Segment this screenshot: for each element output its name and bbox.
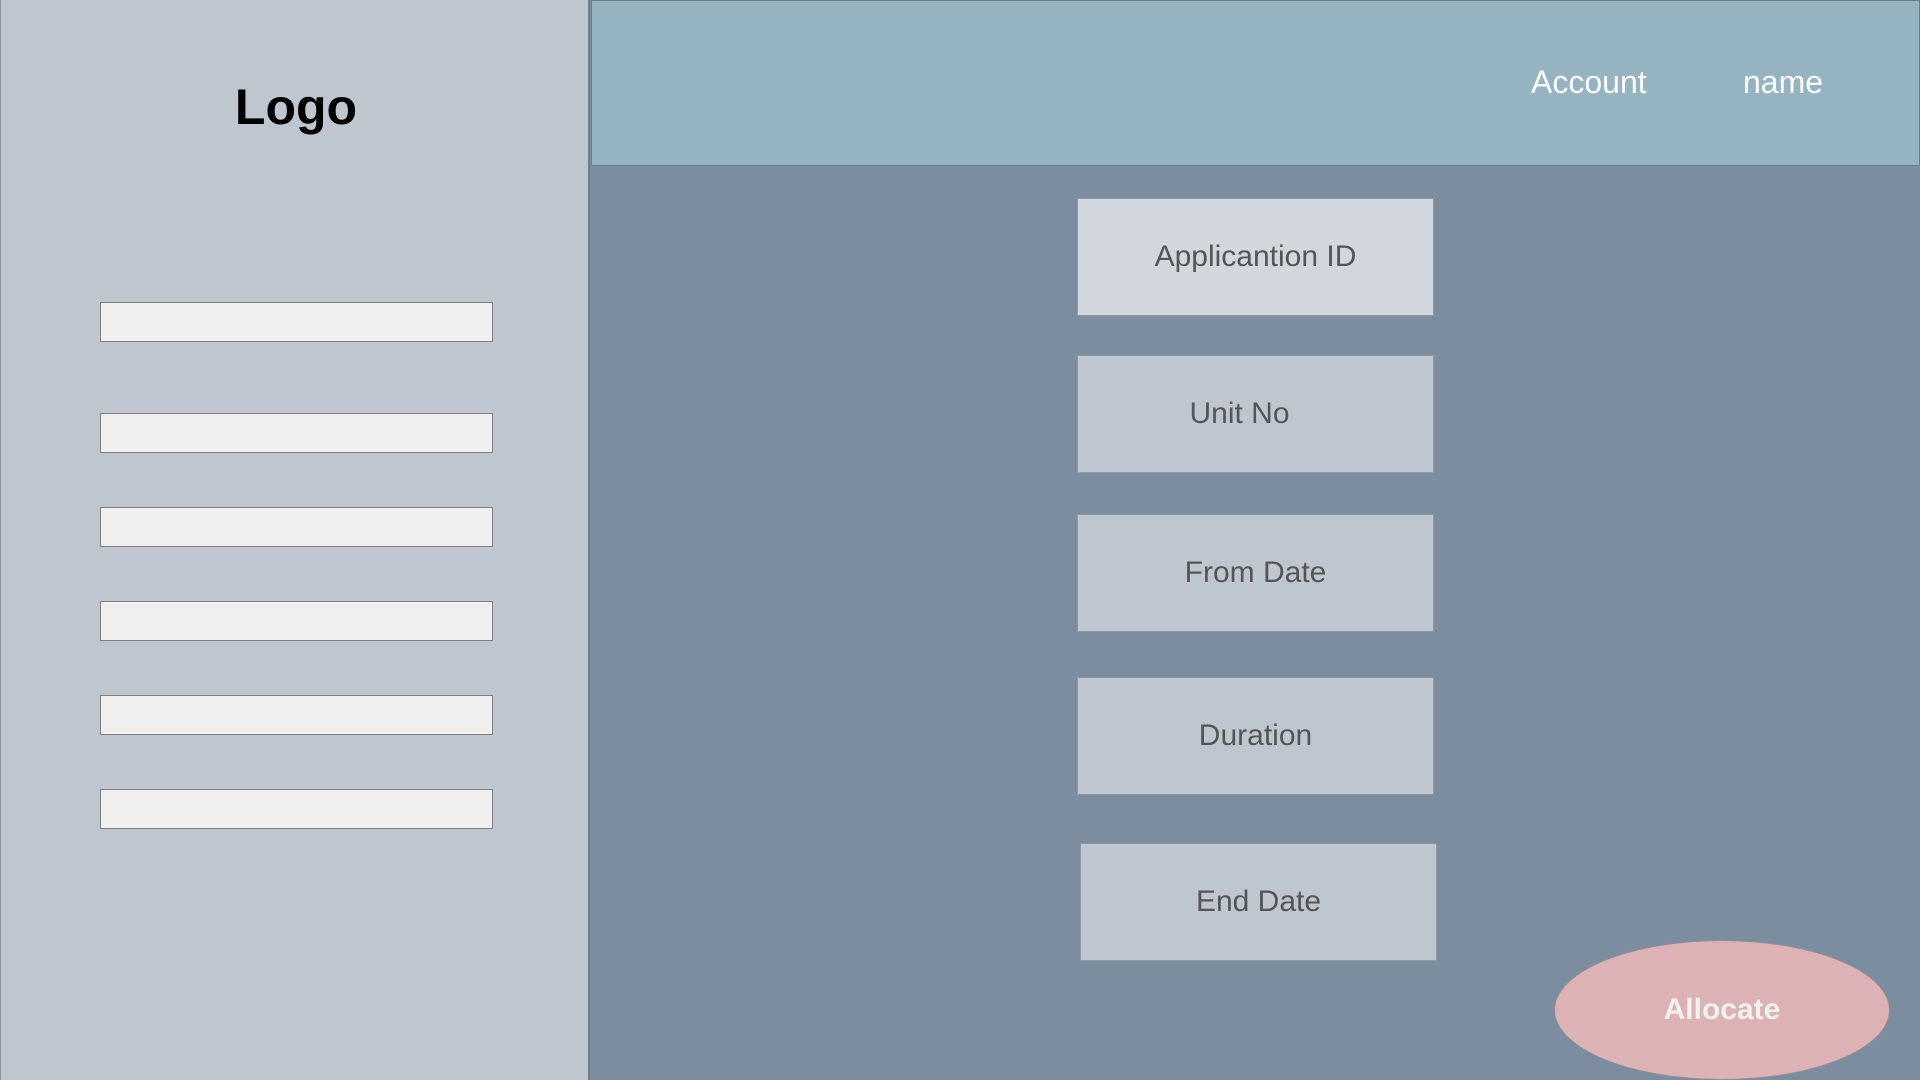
account-link[interactable]: Account [1531, 64, 1647, 101]
top-header: Account name [591, 0, 1920, 166]
unit-no-field[interactable]: Unit No [1077, 355, 1434, 473]
sidebar: Logo [0, 0, 590, 1080]
allocate-label: Allocate [1663, 993, 1781, 1026]
sidebar-item-2[interactable] [100, 413, 493, 453]
duration-label: Duration [1198, 719, 1313, 752]
application-id-field[interactable]: Applicantion ID [1077, 198, 1434, 316]
sidebar-item-5[interactable] [100, 695, 493, 735]
user-name-link[interactable]: name [1743, 64, 1823, 101]
allocate-button[interactable]: Allocate [1554, 940, 1890, 1080]
from-date-field[interactable]: From Date [1077, 514, 1434, 632]
from-date-label: From Date [1184, 556, 1327, 589]
end-date-field[interactable]: End Date [1080, 843, 1437, 961]
sidebar-item-3[interactable] [100, 507, 493, 547]
app-window: Logo Account name Applicantion ID Unit N… [0, 0, 1920, 1080]
duration-field[interactable]: Duration [1077, 677, 1434, 795]
logo: Logo [234, 79, 358, 135]
application-id-label: Applicantion ID [1154, 240, 1357, 273]
sidebar-item-4[interactable] [100, 601, 493, 641]
sidebar-item-6[interactable] [100, 789, 493, 829]
unit-no-label: Unit No [1189, 397, 1290, 430]
end-date-label: End Date [1195, 885, 1322, 918]
sidebar-item-1[interactable] [100, 302, 493, 342]
